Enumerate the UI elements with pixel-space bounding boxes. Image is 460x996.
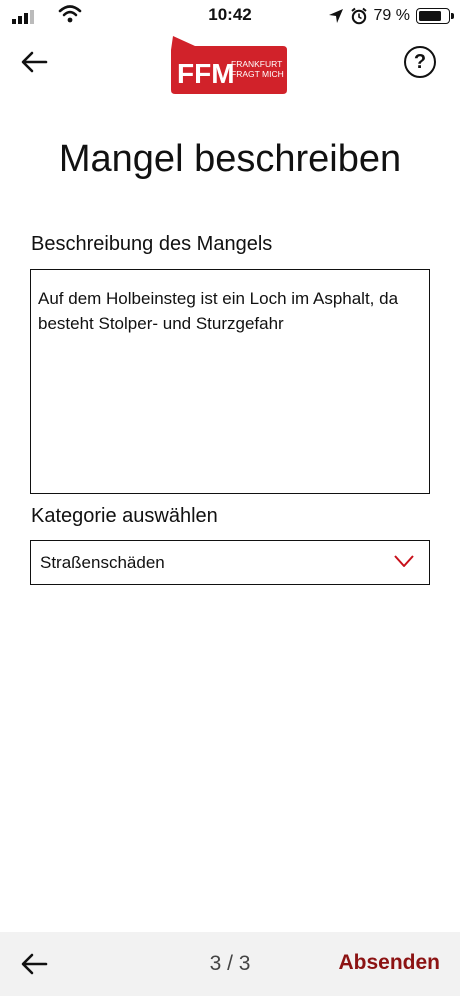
description-label: Beschreibung des Mangels: [31, 233, 273, 255]
category-selected-value: Straßenschäden: [40, 552, 165, 572]
app-header: FFM FRANKFURT FRAGT MICH ?: [0, 32, 460, 98]
location-icon: [328, 9, 343, 23]
description-textarea[interactable]: Auf dem Holbeinsteg ist ein Loch im Asph…: [30, 269, 430, 494]
status-bar: 10:42 79 %: [0, 0, 460, 32]
chevron-down-icon: [394, 555, 414, 567]
battery-icon: [416, 8, 454, 24]
status-indicators: 79 %: [328, 5, 454, 27]
battery-level: [419, 11, 442, 21]
category-select[interactable]: Straßenschäden: [30, 540, 430, 585]
alarm-icon: [350, 7, 367, 25]
logo-line-2: FRAGT MICH: [231, 69, 284, 79]
battery-percentage: 79 %: [373, 7, 410, 24]
ffm-logo: FFM FRANKFURT FRAGT MICH: [171, 36, 287, 94]
logo-line-1: FRANKFURT: [231, 59, 282, 69]
back-arrow-icon[interactable]: [20, 50, 48, 74]
page-title: Mangel beschreiben: [58, 138, 402, 180]
submit-button[interactable]: Absenden: [338, 951, 440, 975]
category-label: Kategorie auswählen: [31, 505, 218, 527]
help-button[interactable]: ?: [404, 46, 436, 78]
logo-ffm-text: FFM: [177, 58, 235, 89]
bottom-navigation: 3 / 3 Absenden: [0, 932, 460, 996]
help-icon: ?: [413, 51, 427, 73]
